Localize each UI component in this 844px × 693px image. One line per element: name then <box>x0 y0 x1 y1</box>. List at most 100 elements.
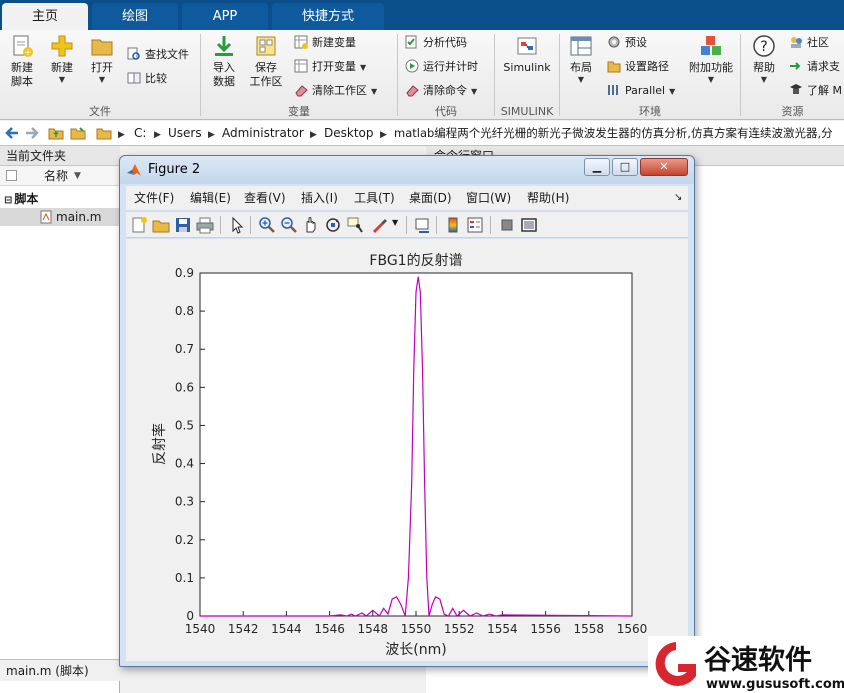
link-plot-icon[interactable] <box>414 216 432 234</box>
figure-title-bar[interactable]: Figure 2 ▁ □ ✕ <box>120 156 694 184</box>
data-cursor-icon[interactable] <box>346 216 364 234</box>
chart-title: FBG1的反射谱 <box>369 253 462 269</box>
menu-insert[interactable]: 插入(I) <box>301 186 338 210</box>
layout-button[interactable]: 布局 ▼ <box>563 34 599 85</box>
breadcrumb-users[interactable]: Users <box>168 121 202 145</box>
tab-apps[interactable]: APP <box>182 3 268 30</box>
breadcrumb-desktop[interactable]: Desktop <box>324 121 374 145</box>
breadcrumb-project-folder[interactable]: matlab编程两个光纤光栅的新光子微波发生器的仿真分析,仿真方案有连续波激光器… <box>394 121 844 145</box>
simulink-button[interactable]: Simulink <box>500 34 554 75</box>
compare-icon <box>127 72 141 84</box>
new-figure-icon[interactable] <box>130 216 148 234</box>
plot-area <box>199 272 633 617</box>
save-workspace-button[interactable]: 保存 工作区 <box>246 34 286 89</box>
community-label: 社区 <box>807 36 829 49</box>
forward-arrow-icon[interactable] <box>24 125 40 141</box>
set-path-button[interactable]: 设置路径 <box>607 58 669 76</box>
dock-arrow-icon[interactable]: ↘ <box>674 186 682 210</box>
chevron-down-icon: ▼ <box>360 63 367 72</box>
file-list-item[interactable]: main.m <box>0 208 120 226</box>
addons-label: 附加功能 <box>689 61 733 74</box>
chevron-down-icon: ▼ <box>58 75 66 84</box>
parallel-button[interactable]: Parallel ▼ <box>607 82 675 100</box>
learn-matlab-button[interactable]: 了解 M <box>789 82 842 100</box>
pointer-icon[interactable] <box>228 216 246 234</box>
name-column-header[interactable]: 名称 <box>44 166 68 186</box>
minimize-button[interactable]: ▁ <box>584 158 610 176</box>
run-and-time-button[interactable]: 运行并计时 <box>405 58 478 76</box>
colorbar-icon[interactable] <box>444 216 462 234</box>
menu-help[interactable]: 帮助(H) <box>527 186 569 210</box>
addons-button[interactable]: 附加功能 ▼ <box>688 34 734 85</box>
menu-view[interactable]: 查看(V) <box>244 186 286 210</box>
rotate-3d-icon[interactable] <box>324 216 342 234</box>
request-support-button[interactable]: 请求支 <box>789 58 840 76</box>
open-variable-button[interactable]: 打开变量 ▼ <box>294 58 366 76</box>
find-files-button[interactable]: 查找文件 <box>127 46 189 64</box>
tab-plots[interactable]: 绘图 <box>92 3 178 30</box>
print-icon[interactable] <box>196 216 214 234</box>
open-file-icon[interactable] <box>152 216 170 234</box>
x-tick-label: 1558 <box>574 622 605 636</box>
menu-file[interactable]: 文件(F) <box>134 186 174 210</box>
gear-icon <box>608 36 620 48</box>
brush-icon[interactable] <box>370 216 388 234</box>
clear-workspace-button[interactable]: 清除工作区 ▼ <box>294 82 377 100</box>
browse-folder-icon[interactable] <box>70 125 86 141</box>
save-icon[interactable] <box>174 216 192 234</box>
svg-text:www.gususoft.com: www.gususoft.com <box>706 677 844 692</box>
new-icon <box>51 35 73 57</box>
new-label: 新建 <box>51 61 73 74</box>
set-path-icon <box>607 61 621 73</box>
tab-home[interactable]: 主页 <box>2 3 88 30</box>
x-axis-label: 波长(nm) <box>385 642 446 658</box>
preferences-button[interactable]: 预设 <box>607 34 647 52</box>
analyze-code-button[interactable]: 分析代码 <box>405 34 467 52</box>
new-button[interactable]: 新建 ▼ <box>44 34 80 85</box>
details-bar: main.m (脚本) <box>0 659 120 681</box>
zoom-out-icon[interactable] <box>280 216 298 234</box>
eraser-icon <box>406 85 419 97</box>
new-variable-button[interactable]: 新建变量 <box>294 34 356 52</box>
simulink-label: Simulink <box>503 61 551 74</box>
menu-window[interactable]: 窗口(W) <box>466 186 511 210</box>
run-and-time-label: 运行并计时 <box>423 60 478 73</box>
chevron-down-icon: ▼ <box>707 75 715 84</box>
chevron-down-icon[interactable]: ▼ <box>392 218 398 227</box>
x-tick-label: 1554 <box>487 622 518 636</box>
file-section-label: 文件 <box>89 105 111 118</box>
clear-commands-button[interactable]: 清除命令 ▼ <box>405 82 477 100</box>
collapse-icon[interactable]: ⊟ <box>4 195 12 206</box>
clear-commands-label: 清除命令 <box>423 84 467 97</box>
help-button[interactable]: ? 帮助 ▼ <box>746 34 782 85</box>
tree-group-scripts[interactable]: ⊟ 脚本 <box>4 190 38 208</box>
pan-hand-icon[interactable] <box>302 216 320 234</box>
menu-edit[interactable]: 编辑(E) <box>190 186 231 210</box>
figure-toolbar: ▼ <box>126 211 688 238</box>
menu-desktop[interactable]: 桌面(D) <box>409 186 452 210</box>
back-arrow-icon[interactable] <box>4 125 20 141</box>
figure-window: Figure 2 ▁ □ ✕ 文件(F) 编辑(E) 查看(V) 插入(I) 工… <box>119 155 695 667</box>
zoom-in-icon[interactable] <box>258 216 276 234</box>
close-button[interactable]: ✕ <box>640 158 688 176</box>
menu-tools[interactable]: 工具(T) <box>354 186 395 210</box>
maximize-button[interactable]: □ <box>612 158 638 176</box>
show-plot-tools-icon[interactable] <box>520 216 538 234</box>
parallel-icon <box>608 85 618 95</box>
breadcrumb-administrator[interactable]: Administrator <box>222 121 304 145</box>
up-folder-icon[interactable] <box>48 125 64 141</box>
tab-shortcuts[interactable]: 快捷方式 <box>272 3 384 30</box>
breadcrumb-c-drive[interactable]: C: <box>134 121 146 145</box>
toolbar-separator <box>250 216 251 234</box>
legend-icon[interactable] <box>466 216 484 234</box>
hide-plot-tools-icon[interactable] <box>498 216 516 234</box>
community-button[interactable]: 社区 <box>789 34 829 52</box>
compare-button[interactable]: 比较 <box>127 70 167 88</box>
import-data-button[interactable]: 导入 数据 <box>206 34 242 89</box>
new-script-button[interactable]: + 新建 脚本 <box>4 34 40 89</box>
select-all-checkbox[interactable] <box>6 170 17 181</box>
svg-text:谷速软件: 谷速软件 <box>704 645 812 676</box>
breadcrumb-separator: ▶ <box>380 130 387 140</box>
address-bar: ▶ C: ▶ Users ▶ Administrator ▶ Desktop ▶… <box>0 121 844 146</box>
open-button[interactable]: 打开 ▼ <box>84 34 120 85</box>
